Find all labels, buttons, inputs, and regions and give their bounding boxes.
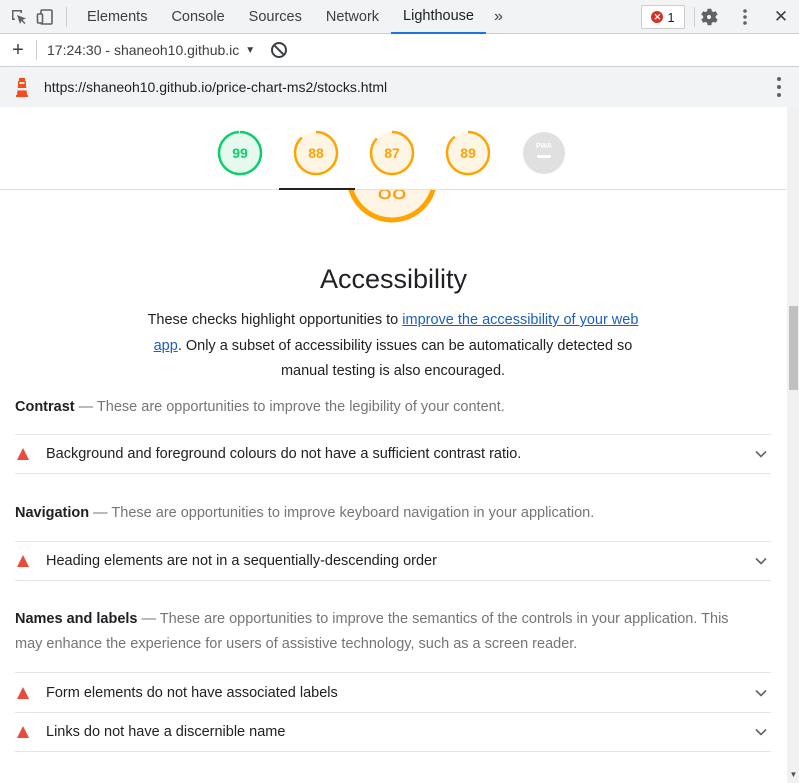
fail-triangle-icon	[17, 555, 29, 567]
chevron-down-icon[interactable]	[751, 722, 771, 742]
error-count-badge[interactable]: ✕ 1	[641, 5, 685, 29]
group-header-navigation: Navigation — These are opportunities to …	[15, 501, 755, 526]
score-gauges-row: 99 88 87 89 PWA	[0, 107, 787, 190]
gauge-best-practices[interactable]: 87	[369, 130, 415, 176]
report-menu-icon[interactable]	[777, 77, 781, 97]
clear-all-icon[interactable]	[271, 42, 288, 58]
fail-triangle-icon	[17, 726, 29, 738]
more-options-icon[interactable]	[727, 0, 763, 34]
tab-console[interactable]: Console	[159, 0, 236, 34]
more-tabs-button[interactable]: »	[486, 0, 511, 34]
desc-text: These checks highlight opportunities to	[147, 312, 403, 328]
report-url[interactable]: https://shaneoh10.github.io/price-chart-…	[44, 79, 387, 95]
devtools-tab-bar: Elements Console Sources Network Lightho…	[0, 0, 799, 34]
tab-network[interactable]: Network	[314, 0, 391, 34]
tab-elements[interactable]: Elements	[75, 0, 159, 34]
gauge-performance[interactable]: 99	[217, 130, 263, 176]
gauge-pwa[interactable]: PWA	[521, 130, 567, 176]
fail-triangle-icon	[17, 686, 29, 699]
audit-row[interactable]: Form elements do not have associated lab…	[15, 672, 771, 712]
divider	[36, 40, 37, 60]
audit-row[interactable]: Links do not have a discernible name	[15, 712, 771, 752]
group-description: — These are opportunities to improve the…	[74, 399, 505, 415]
group-header-contrast: Contrast — These are opportunities to im…	[15, 395, 755, 420]
chevron-down-icon: ▼	[245, 44, 256, 56]
group-title: Navigation	[15, 505, 90, 521]
desc-text: . Only a subset of accessibility issues …	[177, 337, 633, 380]
audit-title: Links do not have a discernible name	[46, 724, 286, 740]
group-header-names-and-labels: Names and labels — These are opportuniti…	[15, 607, 755, 657]
group-title: Contrast	[15, 399, 75, 415]
tab-sources[interactable]: Sources	[237, 0, 314, 34]
devtools-actions: ✕	[691, 0, 799, 34]
error-icon: ✕	[651, 11, 664, 23]
audit-title: Form elements do not have associated lab…	[46, 684, 338, 701]
report-content: 99 88 87 89 PWA 88 Accessibility These c…	[0, 107, 787, 783]
divider	[66, 6, 67, 27]
gauge-score: 99	[232, 145, 248, 161]
settings-gear-icon[interactable]	[691, 0, 727, 34]
scrollbar-track[interactable]	[787, 107, 799, 783]
category-title: Accessibility	[319, 264, 468, 294]
scrollbar-thumb[interactable]	[789, 306, 798, 390]
gauge-seo[interactable]: 89	[445, 130, 491, 176]
report-toolbar: + 17:24:30 - shaneoh10.github.ic ▼	[0, 34, 799, 67]
fail-triangle-icon	[17, 448, 29, 460]
audit-title: Heading elements are not in a sequential…	[46, 553, 437, 569]
gauge-accessibility[interactable]: 88	[293, 130, 339, 176]
audit-row[interactable]: Heading elements are not in a sequential…	[15, 541, 771, 581]
new-report-button[interactable]: +	[0, 39, 36, 62]
lighthouse-logo-icon	[0, 77, 44, 97]
report-selector-label: 17:24:30 - shaneoh10.github.ic	[47, 42, 240, 58]
device-toolbar-icon[interactable]	[32, 0, 58, 34]
gauge-score: 89	[460, 145, 476, 161]
gauge-score: PWA	[521, 130, 567, 176]
scroll-down-arrow-icon[interactable]: ▼	[789, 768, 798, 780]
active-gauge-indicator	[279, 188, 355, 190]
audit-title: Background and foreground colours do not…	[46, 446, 522, 462]
inspect-element-icon[interactable]	[6, 0, 32, 34]
chevron-down-icon[interactable]	[751, 551, 771, 571]
report-selector[interactable]: 17:24:30 - shaneoh10.github.ic ▼	[47, 42, 255, 58]
category-description: These checks highlight opportunities to …	[140, 308, 646, 385]
group-title: Names and labels	[15, 611, 138, 627]
chevron-down-icon[interactable]	[751, 444, 771, 464]
tab-lighthouse[interactable]: Lighthouse	[391, 0, 486, 34]
error-count: 1	[667, 9, 675, 25]
chevron-down-icon[interactable]	[751, 683, 771, 703]
gauge-score: 88	[308, 145, 324, 161]
audit-row[interactable]: Background and foreground colours do not…	[15, 434, 771, 474]
close-devtools-icon[interactable]: ✕	[763, 0, 799, 34]
group-description: — These are opportunities to improve key…	[89, 505, 595, 521]
report-url-bar: https://shaneoh10.github.io/price-chart-…	[0, 67, 799, 107]
gauge-score: 87	[384, 145, 400, 161]
